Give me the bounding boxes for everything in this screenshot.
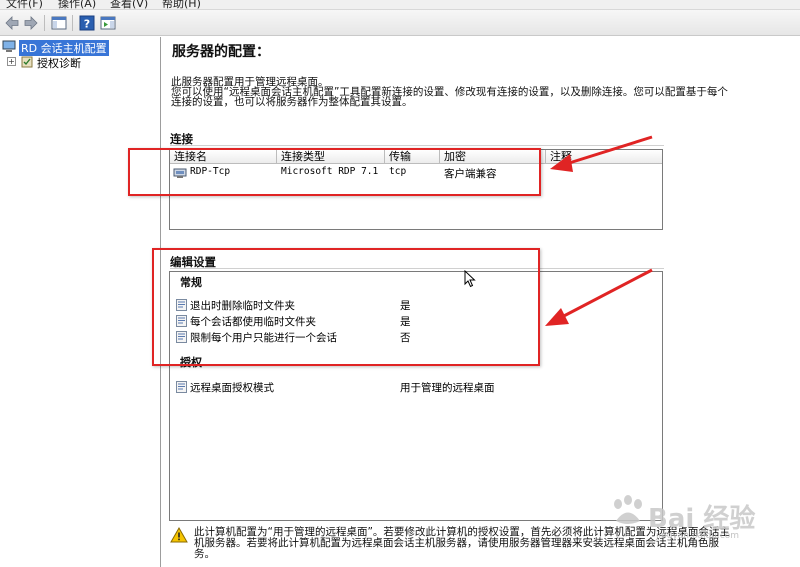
- tree-node-label: 授权诊断: [37, 57, 81, 70]
- section-divider: [170, 145, 664, 146]
- help-icon[interactable]: ?: [78, 14, 96, 32]
- page-description: 此服务器配置用于管理远程桌面。 您可以使用“远程桌面会话主机配置”工具配置新连接…: [171, 76, 728, 108]
- svg-text:?: ?: [84, 18, 90, 31]
- watermark-text: Bai 经验: [648, 504, 756, 534]
- annotation-box-connections: [128, 148, 541, 196]
- setting-value: 用于管理的远程桌面: [400, 382, 495, 394]
- page-title: 服务器的配置：: [172, 44, 270, 60]
- back-icon[interactable]: [3, 14, 21, 32]
- toolbar-separator: [44, 15, 45, 31]
- tree-node-rd-session-host[interactable]: RD 会话主机配置: [2, 39, 160, 56]
- forward-icon[interactable]: [22, 14, 40, 32]
- diagnosis-icon: [21, 56, 33, 68]
- tree-node-license-diagnosis[interactable]: + 授权诊断: [2, 54, 160, 70]
- mouse-cursor-icon: [464, 269, 476, 288]
- menu-help[interactable]: 帮助(H): [162, 0, 201, 9]
- menu-view[interactable]: 查看(V): [110, 0, 148, 9]
- expand-icon[interactable]: +: [7, 57, 16, 66]
- action-pane-icon[interactable]: [99, 14, 117, 32]
- menu-file[interactable]: 文件(F): [6, 0, 43, 9]
- setting-row[interactable]: 远程桌面授权模式 用于管理的远程桌面: [174, 379, 654, 395]
- setting-icon: [176, 381, 187, 393]
- console-tree: RD 会话主机配置 + 授权诊断: [0, 37, 161, 567]
- setting-name: 远程桌面授权模式: [190, 382, 274, 394]
- menu-action[interactable]: 操作(A): [58, 0, 96, 9]
- annotation-box-settings: [152, 248, 540, 366]
- column-header-comment[interactable]: 注释: [546, 150, 662, 164]
- toolbar-separator: [72, 15, 73, 31]
- warning-icon: [170, 526, 188, 543]
- console-tree-icon[interactable]: [50, 14, 68, 32]
- menu-bar: 文件(F) 操作(A) 查看(V) 帮助(H): [0, 0, 800, 10]
- computer-icon: [2, 40, 16, 53]
- baidu-jingyan-watermark: Bai 经验 jingyan.baidu.com: [608, 494, 788, 544]
- toolbar: ?: [0, 10, 800, 36]
- paw-logo-icon: [608, 494, 648, 528]
- watermark-url: jingyan.baidu.com: [656, 531, 740, 541]
